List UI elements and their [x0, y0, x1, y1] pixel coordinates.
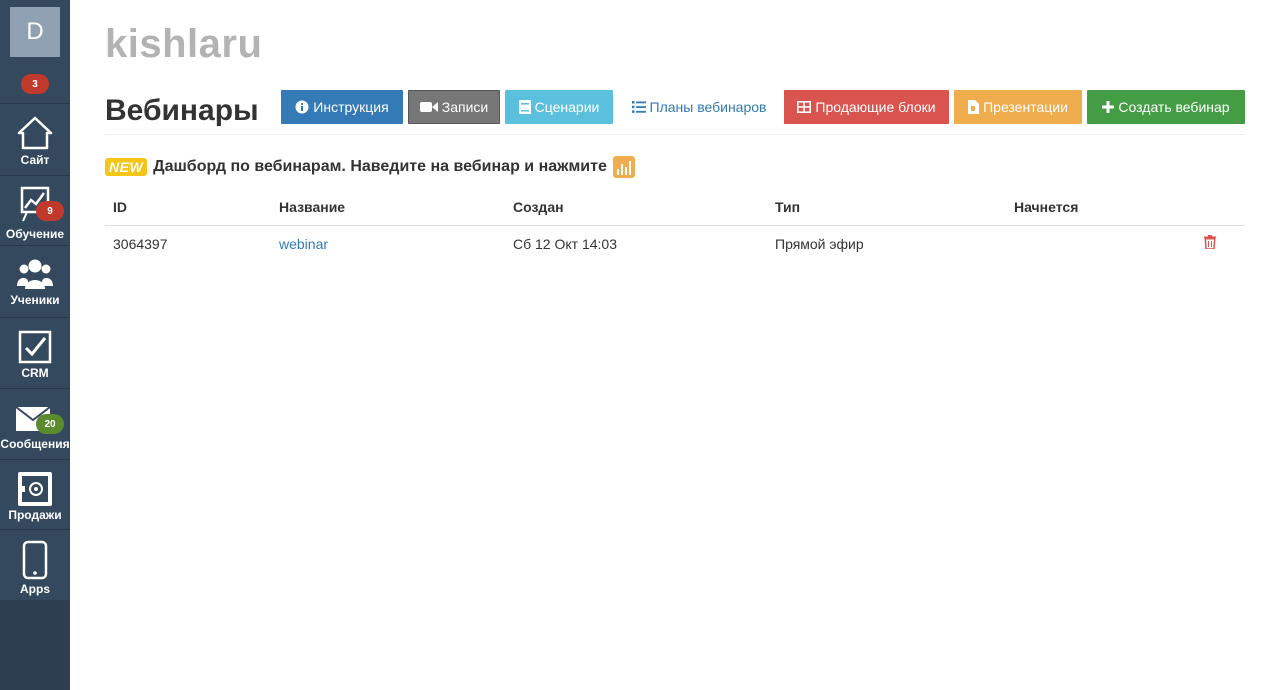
column-header-actions: [1186, 190, 1245, 226]
scenarios-label: Сценарии: [534, 99, 600, 115]
webinar-id: 3064397: [113, 235, 168, 252]
file-ppt-icon: [968, 100, 980, 114]
sidebar-item-label: Продажи: [8, 508, 62, 522]
home-icon: [17, 116, 53, 155]
column-header[interactable]: Начнется: [1006, 190, 1186, 226]
column-header[interactable]: Создан: [505, 190, 767, 226]
sidebar-item-students[interactable]: Ученики: [0, 245, 70, 317]
table-row[interactable]: 3064397 webinar Сб 12 Окт 14:03 Прямой э…: [105, 225, 1245, 262]
webinar-type: Прямой эфир: [775, 235, 864, 252]
sidebar-item-site[interactable]: Сайт: [0, 103, 70, 175]
sidebar-item-label: Сайт: [20, 153, 50, 167]
learning-badge: 9: [36, 201, 64, 221]
bar-chart-icon[interactable]: [612, 156, 635, 178]
messages-badge: 20: [36, 414, 64, 434]
sidebar-item-apps[interactable]: Apps: [0, 529, 70, 600]
mobile-phone-icon: [22, 540, 48, 585]
users-icon: [16, 258, 54, 295]
instruction-label: Инструкция: [313, 99, 389, 115]
dashboard-notice: NEW Дашборд по вебинарам. Наведите на ве…: [105, 156, 635, 178]
sidebar-item-sales[interactable]: Продажи: [0, 459, 70, 529]
video-camera-icon: [419, 101, 438, 113]
sidebar-item-label: CRM: [21, 366, 49, 380]
info-icon: [295, 100, 309, 114]
row-actions: [1186, 225, 1245, 262]
webinars-table: ID Название Создан Тип Начнется 3064397 …: [105, 190, 1245, 262]
webinar-name-link[interactable]: webinar: [279, 236, 328, 252]
title-divider: [105, 134, 1245, 135]
avatar[interactable]: D: [10, 7, 60, 57]
column-header[interactable]: ID: [105, 190, 271, 226]
sales-blocks-button[interactable]: Продающие блоки: [784, 90, 949, 124]
column-header[interactable]: Тип: [767, 190, 1006, 226]
sales-blocks-label: Продающие блоки: [815, 99, 936, 115]
presentations-label: Презентации: [983, 99, 1068, 115]
table-header-row: ID Название Создан Тип Начнется: [105, 190, 1245, 226]
scenarios-button[interactable]: Сценарии: [505, 90, 613, 124]
notifications-badge[interactable]: 3: [21, 74, 49, 94]
sidebar-item-label: Ученики: [10, 293, 60, 307]
records-label: Записи: [441, 99, 489, 115]
plus-icon: [1102, 101, 1115, 113]
safe-icon: [17, 471, 53, 512]
create-webinar-button[interactable]: Создать вебинар: [1087, 90, 1245, 124]
create-webinar-label: Создать вебинар: [1118, 99, 1230, 115]
sidebar-item-crm[interactable]: CRM: [0, 317, 70, 388]
main-content: kishlaru Вебинары Инструкция Записи Сцен…: [70, 0, 1279, 690]
sidebar-item-label: Apps: [20, 582, 50, 596]
presentations-button[interactable]: Презентации: [954, 90, 1082, 124]
records-button[interactable]: Записи: [408, 90, 500, 124]
sidebar-menu: D 3 Сайт 9 Обучение Ученики CRM 20 Сообщ…: [0, 0, 70, 600]
webinar-name-cell: webinar: [271, 225, 505, 262]
webinar-created: Сб 12 Окт 14:03: [513, 235, 617, 252]
webinar-plans-link[interactable]: Планы вебинаров: [623, 90, 775, 124]
webinar-plans-label: Планы вебинаров: [649, 99, 767, 115]
brand-logo[interactable]: kishlaru: [105, 22, 262, 67]
book-icon: [518, 100, 531, 114]
sidebar: D 3 Сайт 9 Обучение Ученики CRM 20 Сообщ…: [0, 0, 70, 690]
page-title: Вебинары: [105, 94, 259, 127]
list-icon: [631, 101, 646, 113]
checkbox-icon: [18, 330, 52, 369]
new-badge: NEW: [105, 158, 148, 176]
sidebar-item-label: Обучение: [5, 227, 65, 241]
sidebar-item-label: Сообщения: [0, 437, 70, 451]
instruction-button[interactable]: Инструкция: [281, 90, 403, 124]
notice-text: Дашборд по вебинарам. Наведите на вебина…: [153, 158, 607, 175]
webinar-starts: [1006, 225, 1186, 262]
trash-icon[interactable]: [1204, 235, 1216, 252]
column-header[interactable]: Название: [271, 190, 505, 226]
grid-icon: [797, 101, 812, 113]
sidebar-item-learning[interactable]: 9 Обучение: [0, 175, 70, 245]
sidebar-item-messages[interactable]: 20 Сообщения: [0, 388, 70, 459]
